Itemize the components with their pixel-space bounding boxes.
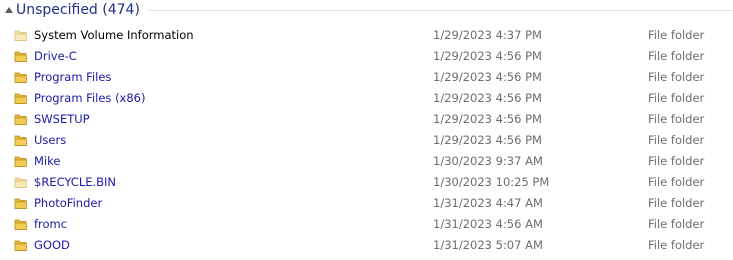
folder-icon [14,114,27,125]
file-type: File folder [648,91,705,105]
file-type: File folder [648,133,705,147]
date-modified: 1/29/2023 4:56 PM [433,112,542,126]
group-title[interactable]: Unspecified (474) [16,1,140,19]
file-type: File folder [648,238,705,252]
file-name[interactable]: SWSETUP [34,112,90,127]
file-row[interactable]: Mike 1/30/2023 9:37 AM File folder [0,151,733,172]
file-type: File folder [648,112,705,126]
file-type: File folder [648,70,705,84]
date-modified: 1/29/2023 4:56 PM [433,49,542,63]
folder-icon [14,219,27,230]
date-modified: 1/29/2023 4:56 PM [433,70,542,84]
file-name[interactable]: System Volume Information [34,28,194,43]
date-modified: 1/30/2023 9:37 AM [433,154,543,168]
file-name[interactable]: GOOD [34,238,70,253]
folder-icon [14,156,27,167]
file-list: System Volume Information 1/29/2023 4:37… [0,25,733,256]
folder-icon [14,198,27,209]
folder-icon [14,177,27,188]
date-modified: 1/30/2023 10:25 PM [433,175,550,189]
file-row[interactable]: System Volume Information 1/29/2023 4:37… [0,25,733,46]
file-row[interactable]: PhotoFinder 1/31/2023 4:47 AM File folde… [0,193,733,214]
file-type: File folder [648,196,705,210]
date-modified: 1/31/2023 4:56 AM [433,217,543,231]
file-name[interactable]: fromc [34,217,67,232]
file-name[interactable]: Users [34,133,66,148]
date-modified: 1/31/2023 4:47 AM [433,196,543,210]
file-type: File folder [648,175,705,189]
folder-icon [14,135,27,146]
file-row[interactable]: Users 1/29/2023 4:56 PM File folder [0,130,733,151]
date-modified: 1/31/2023 5:07 AM [433,238,543,252]
file-row[interactable]: Program Files (x86) 1/29/2023 4:56 PM Fi… [0,88,733,109]
group-header[interactable]: Unspecified (474) [0,0,733,24]
file-type: File folder [648,217,705,231]
folder-icon [14,51,27,62]
file-type: File folder [648,154,705,168]
folder-icon [14,72,27,83]
date-modified: 1/29/2023 4:56 PM [433,133,542,147]
file-row[interactable]: Drive-C 1/29/2023 4:56 PM File folder [0,46,733,67]
folder-icon [14,30,27,41]
file-type: File folder [648,28,705,42]
file-name[interactable]: Program Files (x86) [34,91,145,106]
file-name[interactable]: Program Files [34,70,111,85]
file-row[interactable]: GOOD 1/31/2023 5:07 AM File folder [0,235,733,256]
file-name[interactable]: Drive-C [34,49,77,64]
file-row[interactable]: fromc 1/31/2023 4:56 AM File folder [0,214,733,235]
file-name[interactable]: Mike [34,154,60,169]
folder-icon [14,93,27,104]
file-name[interactable]: $RECYCLE.BIN [34,175,116,190]
file-row[interactable]: Program Files 1/29/2023 4:56 PM File fol… [0,67,733,88]
file-row[interactable]: $RECYCLE.BIN 1/30/2023 10:25 PM File fol… [0,172,733,193]
file-name[interactable]: PhotoFinder [34,196,102,211]
group-divider [148,10,733,11]
date-modified: 1/29/2023 4:56 PM [433,91,542,105]
collapse-triangle-icon[interactable] [5,7,13,13]
file-type: File folder [648,49,705,63]
folder-icon [14,240,27,251]
date-modified: 1/29/2023 4:37 PM [433,28,542,42]
file-row[interactable]: SWSETUP 1/29/2023 4:56 PM File folder [0,109,733,130]
